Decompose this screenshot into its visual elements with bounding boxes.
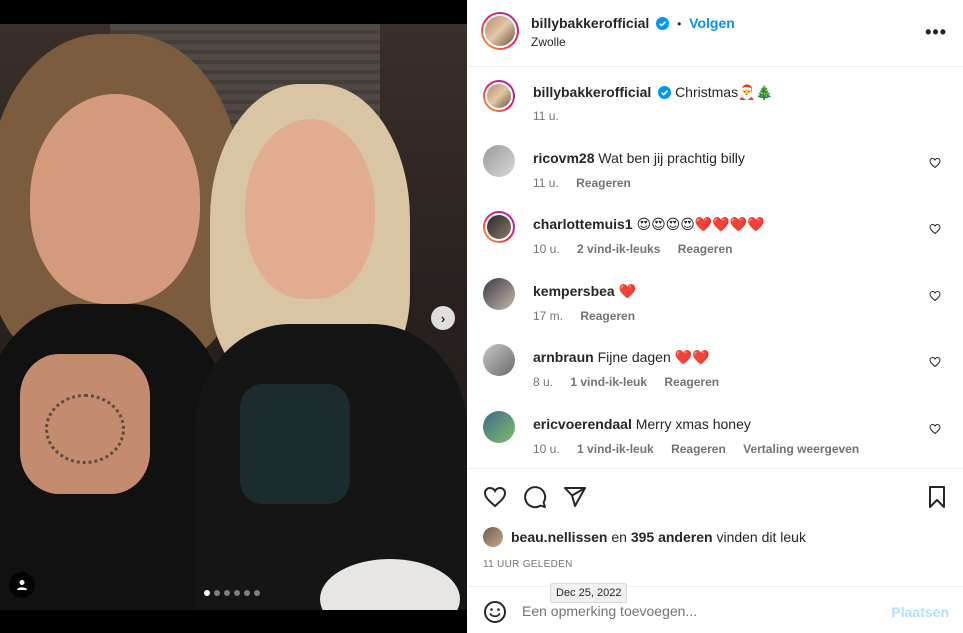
heart-icon[interactable] (929, 356, 941, 368)
liker-avatar[interactable] (483, 527, 503, 547)
carousel-dot (204, 590, 210, 596)
verified-badge-icon (658, 86, 672, 99)
commenter-avatar[interactable] (483, 211, 515, 243)
tagged-users-button[interactable] (9, 572, 35, 598)
author-username[interactable]: billybakkerofficial (531, 15, 649, 31)
user-icon (17, 580, 27, 590)
caption-text: Christmas🎅🎄 (675, 84, 773, 100)
author-avatar[interactable] (483, 80, 515, 112)
comment-text: Fijne dagen ❤️❤️ (597, 349, 710, 365)
comment-icon[interactable] (523, 485, 547, 509)
comment-likes[interactable]: 1 vind-ik-leuk (577, 442, 654, 456)
reply-button[interactable]: Reageren (580, 309, 635, 323)
comment-username[interactable]: arnbraun (533, 349, 594, 365)
commenter-avatar[interactable] (483, 278, 515, 310)
comment-time[interactable]: 10 u. (533, 442, 560, 456)
caption-username[interactable]: billybakkerofficial (533, 84, 651, 100)
comment-time[interactable]: 10 u. (533, 242, 560, 256)
comment-likes[interactable]: 1 vind-ik-leuk (570, 375, 647, 389)
follow-button[interactable]: Volgen (689, 15, 735, 31)
post-timestamp[interactable]: 11 UUR GELEDEN (483, 559, 573, 570)
heart-icon[interactable] (929, 290, 941, 302)
comment-time[interactable]: 11 u. (533, 176, 559, 190)
heart-icon[interactable] (929, 157, 941, 169)
bookmark-icon[interactable] (925, 485, 949, 509)
carousel-dot (214, 590, 220, 596)
reply-button[interactable]: Reageren (671, 442, 726, 456)
next-slide-button[interactable]: › (431, 306, 455, 330)
reply-button[interactable]: Reageren (678, 242, 733, 256)
share-icon[interactable] (563, 485, 587, 509)
like-heart-icon[interactable] (483, 485, 507, 509)
post-header: billybakkerofficial • Volgen Zwolle ••• (467, 0, 963, 67)
date-tooltip: Dec 25, 2022 (550, 583, 628, 603)
heart-icon[interactable] (929, 423, 941, 435)
chest-tattoo (45, 394, 125, 464)
commenter-avatar[interactable] (483, 411, 515, 443)
likes-count[interactable]: 395 anderen (631, 529, 713, 545)
carousel-dot (254, 590, 260, 596)
comment-text: Wat ben jij prachtig billy (598, 150, 745, 166)
carousel-dots (204, 590, 260, 596)
author-avatar[interactable] (481, 12, 519, 50)
post-photo[interactable] (0, 24, 467, 610)
post-panel: billybakkerofficial • Volgen Zwolle ••• … (467, 0, 963, 633)
emoji-icon[interactable] (483, 600, 507, 624)
commenter-avatar[interactable] (483, 344, 515, 376)
comments-list: billybakkerofficial Christmas🎅🎄 11 u. ri… (467, 68, 963, 468)
carousel-dot (244, 590, 250, 596)
translate-button[interactable]: Vertaling weergeven (743, 442, 859, 456)
comment-text: Merry xmas honey (635, 416, 751, 432)
comment-time[interactable]: 17 m. (533, 309, 563, 323)
comment-text: ❤️ (618, 283, 637, 299)
reply-button[interactable]: Reageren (664, 375, 719, 389)
reply-button[interactable]: Reageren (576, 176, 631, 190)
comment-compose: Plaatsen (467, 586, 963, 633)
post-location[interactable]: Zwolle (531, 35, 566, 49)
verified-badge-icon (656, 17, 670, 30)
comment-text: 😍😍😍😍❤️❤️❤️❤️ (636, 216, 765, 232)
carousel-dot (234, 590, 240, 596)
comment-username[interactable]: ericvoerendaal (533, 416, 632, 432)
likes-summary: beau.nellissen en 395 anderen vinden dit… (483, 527, 806, 547)
liker-username[interactable]: beau.nellissen (511, 529, 607, 545)
comment-username[interactable]: charlottemuis1 (533, 216, 633, 232)
comment-input[interactable] (522, 601, 872, 621)
comment-time[interactable]: 8 u. (533, 375, 553, 389)
comment-likes[interactable]: 2 vind-ik-leuks (577, 242, 660, 256)
dot-separator: • (677, 17, 682, 31)
carousel-dot (224, 590, 230, 596)
post-actions: beau.nellissen en 395 anderen vinden dit… (467, 468, 963, 603)
commenter-avatar[interactable] (483, 145, 515, 177)
likes-suffix: vinden dit leuk (712, 529, 806, 545)
heart-icon[interactable] (929, 223, 941, 235)
likes-middle: en (607, 529, 631, 545)
post-media: › (0, 0, 467, 633)
post-comment-button[interactable]: Plaatsen (891, 604, 949, 620)
more-options-icon[interactable]: ••• (925, 22, 947, 43)
comment-username[interactable]: ricovm28 (533, 150, 594, 166)
chevron-right-icon: › (440, 310, 446, 326)
comment-username[interactable]: kempersbea (533, 283, 615, 299)
caption-time[interactable]: 11 u. (533, 109, 559, 123)
